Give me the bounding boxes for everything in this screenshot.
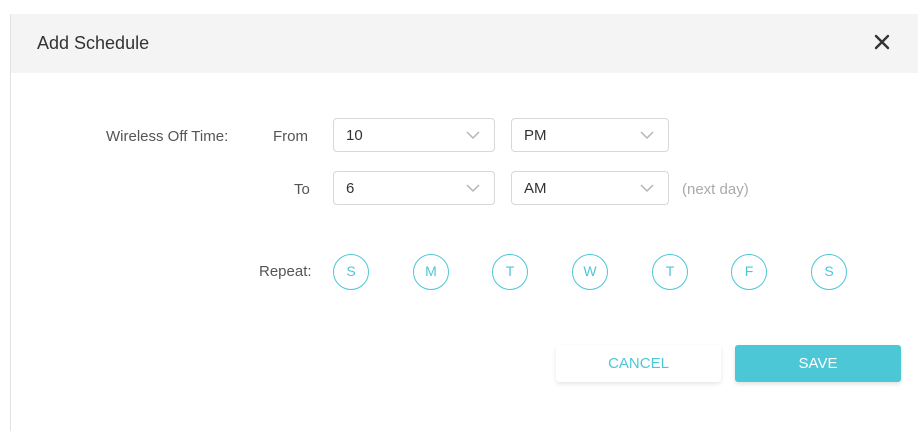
day-toggle-friday[interactable]: F: [731, 254, 767, 290]
day-toggle-thursday[interactable]: T: [652, 254, 688, 290]
day-toggle-wednesday[interactable]: W: [572, 254, 608, 290]
to-period-select[interactable]: AM: [511, 171, 669, 205]
from-period-select[interactable]: PM: [511, 118, 669, 152]
close-button[interactable]: [869, 29, 895, 55]
chevron-down-icon: [640, 184, 654, 193]
add-schedule-dialog: Add Schedule Wireless Off Time: From 10 …: [10, 14, 918, 431]
chevron-down-icon: [640, 131, 654, 140]
next-day-note: (next day): [682, 181, 749, 198]
cancel-button[interactable]: CANCEL: [556, 345, 721, 382]
wireless-off-time-label: Wireless Off Time:: [106, 128, 229, 145]
day-toggle-monday[interactable]: M: [413, 254, 449, 290]
day-toggle-saturday[interactable]: S: [811, 254, 847, 290]
day-toggle-tuesday[interactable]: T: [492, 254, 528, 290]
day-toggle-sunday[interactable]: S: [333, 254, 369, 290]
chevron-down-icon: [466, 131, 480, 140]
repeat-label: Repeat:: [259, 263, 312, 280]
dialog-title: Add Schedule: [37, 33, 150, 53]
to-period-value: AM: [524, 180, 547, 197]
from-label: From: [273, 128, 308, 145]
dialog-header: Add Schedule: [11, 14, 918, 73]
from-hour-value: 10: [346, 127, 363, 144]
chevron-down-icon: [466, 184, 480, 193]
close-icon: [874, 34, 890, 50]
to-label: To: [294, 181, 310, 198]
from-hour-select[interactable]: 10: [333, 118, 495, 152]
to-hour-value: 6: [346, 180, 355, 197]
save-button[interactable]: SAVE: [735, 345, 901, 382]
from-period-value: PM: [524, 127, 547, 144]
to-hour-select[interactable]: 6: [333, 171, 495, 205]
